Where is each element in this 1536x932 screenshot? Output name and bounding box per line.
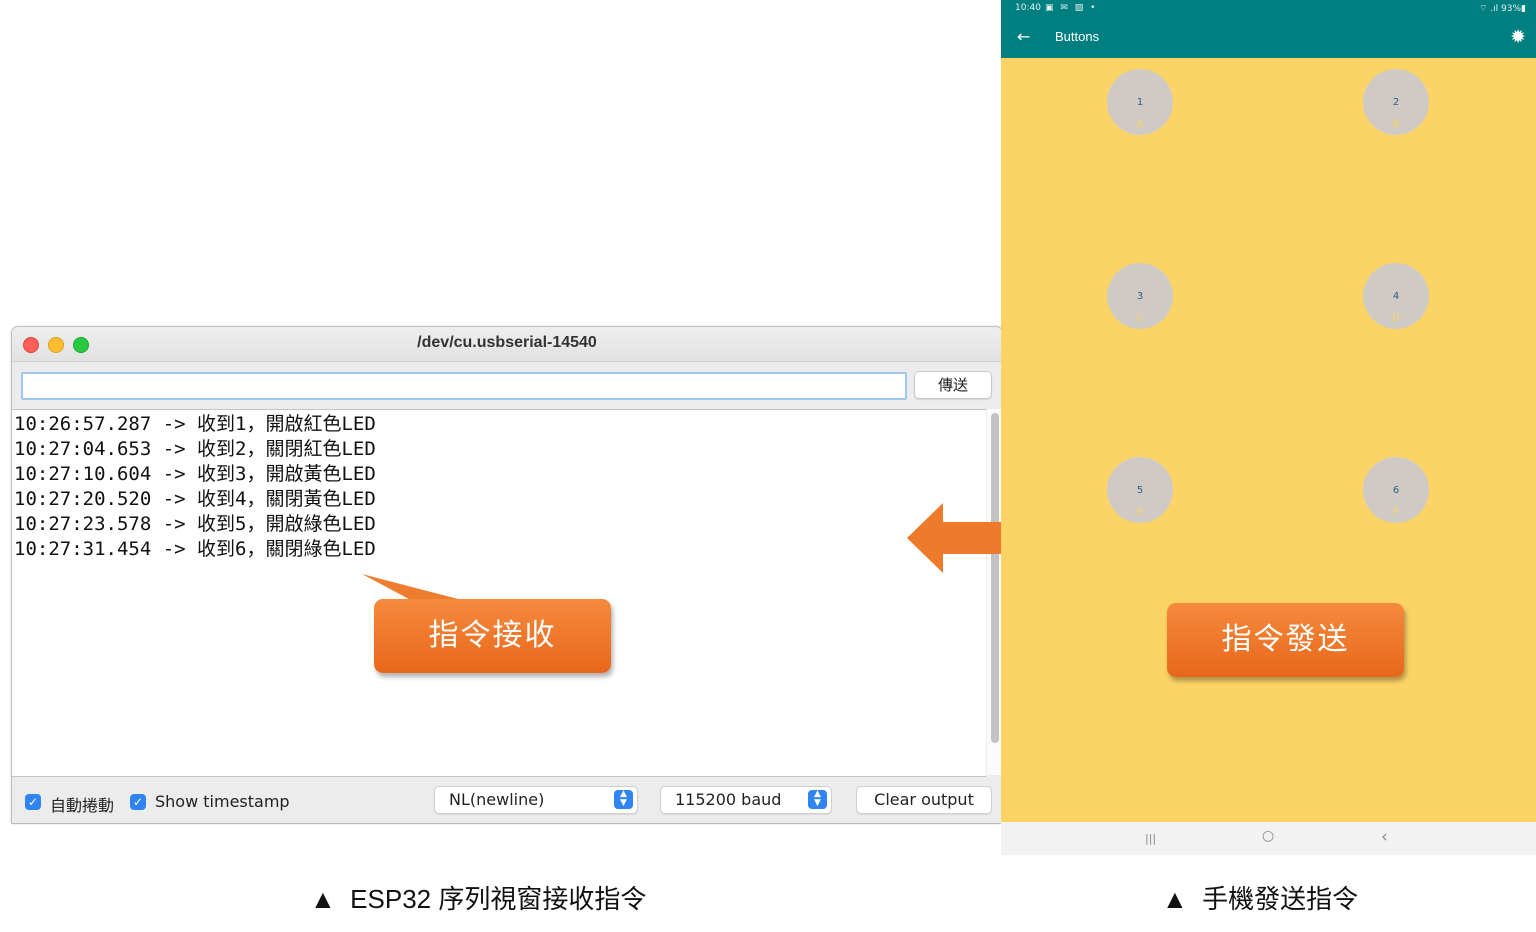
- output-line: 10:27:20.520 -> 收到4，關閉黃色LED: [14, 488, 376, 510]
- receive-callout: 指令接收: [374, 599, 611, 673]
- autoscroll-checkbox[interactable]: ✓: [25, 794, 41, 810]
- output-line: 10:26:57.287 -> 收到1，開啟紅色LED: [14, 413, 376, 435]
- window-title: /dev/cu.usbserial-14540: [417, 334, 597, 351]
- battery-signal-icons: ⌔ .ıl 93%▮: [1478, 4, 1526, 14]
- app-title: Buttons: [1055, 29, 1100, 44]
- send-row: 傳送: [12, 362, 1002, 408]
- button-1[interactable]: 1 A: [1107, 69, 1173, 135]
- button-letter: B: [1392, 119, 1400, 130]
- phone-screen: 10:40 ▣ ✉ ▨ • ⌔ .ıl 93%▮ ← Buttons ✹ 1 A…: [1001, 0, 1536, 855]
- status-bar: 10:40 ▣ ✉ ▨ • ⌔ .ıl 93%▮: [1001, 0, 1536, 17]
- caption-phone: ▲ 手機發送指令: [1162, 884, 1359, 914]
- button-number: 6: [1392, 485, 1400, 496]
- button-2[interactable]: 2 B: [1363, 69, 1429, 135]
- button-6[interactable]: 6 F: [1363, 457, 1429, 523]
- button-letter: C: [1136, 313, 1144, 324]
- button-letter: D: [1392, 313, 1400, 324]
- output-line: 10:27:31.454 -> 收到6，關閉綠色LED: [14, 538, 376, 560]
- back-arrow-icon[interactable]: ←: [1017, 27, 1030, 46]
- show-timestamp-label[interactable]: Show timestamp: [155, 792, 290, 811]
- output-line: 10:27:23.578 -> 收到5，開啟綠色LED: [14, 513, 376, 535]
- scrollbar-thumb[interactable]: [991, 413, 999, 743]
- back-nav-icon[interactable]: ‹: [1381, 827, 1388, 847]
- button-number: 5: [1136, 485, 1144, 496]
- output-line: 10:27:04.653 -> 收到2，關閉紅色LED: [14, 438, 376, 460]
- recents-icon[interactable]: |||: [1145, 832, 1156, 845]
- autoscroll-label[interactable]: 自動捲動: [50, 792, 114, 816]
- show-timestamp-checkbox[interactable]: ✓: [130, 794, 146, 810]
- home-icon[interactable]: ○: [1262, 828, 1274, 844]
- baud-rate-select[interactable]: 115200 baud ▲ ▼: [660, 786, 832, 814]
- app-bar: ← Buttons ✹: [1001, 17, 1536, 58]
- chevron-updown-icon: ▲ ▼: [808, 790, 827, 809]
- output-scrollbar[interactable]: [987, 409, 1002, 775]
- button-letter: E: [1136, 507, 1144, 518]
- button-3[interactable]: 3 C: [1107, 263, 1173, 329]
- serial-monitor-window: /dev/cu.usbserial-14540 傳送 10:26:57.287 …: [11, 326, 1003, 824]
- button-number: 2: [1392, 97, 1400, 108]
- button-number: 4: [1392, 291, 1400, 302]
- window-titlebar[interactable]: /dev/cu.usbserial-14540: [12, 327, 1002, 362]
- notification-icons: ▣ ✉ ▨ •: [1045, 3, 1098, 13]
- clear-output-button[interactable]: Clear output: [856, 786, 992, 814]
- button-letter: F: [1393, 507, 1399, 518]
- chevron-updown-icon: ▲ ▼: [614, 790, 633, 809]
- serial-bottom-bar: ✓ 自動捲動 ✓ Show timestamp NL(newline) ▲ ▼ 1…: [12, 776, 1002, 823]
- line-ending-select[interactable]: NL(newline) ▲ ▼: [434, 786, 638, 814]
- status-time: 10:40: [1015, 3, 1041, 13]
- button-number: 3: [1136, 291, 1144, 302]
- button-4[interactable]: 4 D: [1363, 263, 1429, 329]
- send-button[interactable]: 傳送: [914, 371, 992, 399]
- output-line: 10:27:10.604 -> 收到3，開啟黃色LED: [14, 463, 376, 485]
- output-lines: 10:26:57.287 -> 收到1，開啟紅色LED 10:27:04.653…: [12, 412, 376, 562]
- baud-rate-value: 115200 baud: [675, 790, 782, 809]
- caption-serial: ▲ ESP32 序列視窗接收指令: [310, 884, 647, 914]
- serial-send-input[interactable]: [21, 372, 907, 400]
- button-number: 1: [1136, 97, 1144, 108]
- settings-gear-icon[interactable]: ✹: [1510, 26, 1526, 48]
- android-nav-bar: ||| ○ ‹: [1001, 822, 1536, 855]
- button-5[interactable]: 5 E: [1107, 457, 1173, 523]
- button-letter: A: [1136, 119, 1144, 130]
- line-ending-value: NL(newline): [449, 790, 545, 809]
- serial-output-area[interactable]: 10:26:57.287 -> 收到1，開啟紅色LED 10:27:04.653…: [12, 409, 986, 777]
- send-callout: 指令發送: [1167, 603, 1404, 677]
